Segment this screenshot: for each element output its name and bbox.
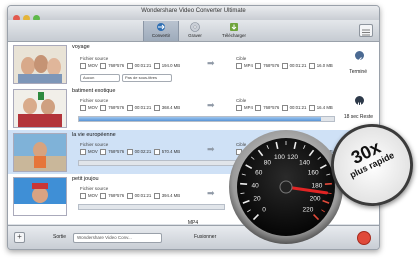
convert-arrow-icon: ➡: [207, 144, 215, 154]
tab-label: Convertir: [151, 33, 171, 38]
size-icon: [308, 63, 315, 69]
gauge-tick-label: 20: [253, 195, 261, 202]
resolution-icon: [100, 193, 107, 199]
gauge-tick-label: 200: [310, 195, 321, 202]
progress-bar: [78, 204, 225, 210]
resolution-icon: [255, 63, 262, 69]
duration-icon: [126, 63, 133, 69]
gauge-tick-label: 160: [308, 170, 319, 177]
gauge-tick-label: 120: [287, 154, 298, 161]
source-meta: MOV 768*576 00:01:21 394.4 MB: [80, 193, 180, 199]
format-icon: [80, 149, 86, 155]
sortie-label: Sortie: [53, 234, 67, 240]
gauge-tick: [327, 192, 332, 194]
convert-arrow-icon: ➡: [207, 188, 215, 198]
disc-icon: [190, 22, 200, 32]
target-label: Cible: [236, 56, 247, 61]
gauge-tick-label: 220: [302, 206, 313, 213]
source-meta: MOV 768*576 00:02:21 570.4 MB: [80, 149, 180, 155]
duration-icon: [281, 63, 288, 69]
time-remaining: 18 sec Reste: [343, 114, 373, 120]
gauge-tick-label: 40: [251, 182, 259, 189]
edit-done-icon[interactable]: [355, 51, 364, 62]
toolbar: Convertir Graver Télécharger: [8, 20, 379, 42]
view-toggle-button[interactable]: [359, 24, 373, 37]
pause-icon[interactable]: [355, 96, 364, 107]
duration-icon: [126, 105, 133, 111]
target-meta: MP4 768*576 00:01:21 16.4 MB: [236, 105, 333, 111]
speedometer-gauge: 020 40 6080100 120140 160 180 200 220: [229, 130, 343, 244]
tab-convertir[interactable]: Convertir: [143, 21, 179, 41]
source-meta: MOV 768*576 00:01:21 194.0 MB: [80, 63, 180, 69]
convert-icon: [157, 23, 165, 31]
list-icon: [362, 29, 370, 36]
video-thumbnail: [13, 89, 67, 128]
subtitle-dropdown[interactable]: Pas de sous-titres: [122, 74, 172, 82]
window-title: Wondershare Video Converter Ultimate: [141, 8, 246, 14]
format-icon: [80, 63, 86, 69]
add-file-button[interactable]: +: [14, 232, 25, 243]
source-label: Fichier source: [80, 142, 109, 147]
resolution-icon: [100, 105, 107, 111]
duration-icon: [126, 193, 133, 199]
list-item[interactable]: voyage Fichier source Cible MOV 768*576 …: [8, 42, 379, 87]
size-icon: [308, 105, 315, 111]
convert-all-button[interactable]: [357, 231, 371, 245]
source-meta: MOV 768*576 00:01:21 368.4 MB: [80, 105, 180, 111]
file-name: batiment exotique: [72, 88, 116, 94]
size-icon: [153, 105, 160, 111]
target-meta: MP4 768*576 00:01:21 16.0 MB: [236, 63, 333, 69]
output-folder-field[interactable]: Wondershare Video Conv...: [73, 233, 162, 243]
gauge-tick-label: 180: [311, 182, 322, 189]
target-label: Cible: [236, 98, 247, 103]
size-icon: [153, 63, 160, 69]
source-label: Fichier source: [80, 98, 109, 103]
gauge-tick-label: 140: [299, 160, 310, 167]
video-thumbnail: [13, 133, 67, 172]
video-thumbnail: [13, 45, 67, 84]
file-name: voyage: [72, 44, 90, 50]
resolution-icon: [100, 149, 107, 155]
file-name: petit joujou: [72, 176, 99, 182]
status-text: Terminé: [349, 69, 367, 75]
video-thumbnail: [13, 177, 67, 216]
download-icon: [230, 23, 238, 31]
tab-label: Télécharger: [221, 33, 246, 38]
file-name: la vie européenne: [72, 132, 116, 138]
gauge-tick: [240, 192, 245, 194]
format-icon: [236, 63, 242, 69]
source-label: Fichier source: [80, 56, 109, 61]
audio-dropdown[interactable]: Aucun: [80, 74, 120, 82]
size-icon: [153, 149, 160, 155]
resolution-icon: [255, 105, 262, 111]
fusionner-label: Fusionner: [194, 234, 217, 240]
tab-telecharger[interactable]: Télécharger: [214, 21, 254, 41]
progress-fill: [79, 117, 322, 121]
title-bar: Wondershare Video Converter Ultimate: [8, 6, 379, 22]
duration-icon: [126, 149, 133, 155]
list-item[interactable]: batiment exotique Fichier source Cible M…: [8, 86, 379, 131]
convert-arrow-icon: ➡: [207, 100, 215, 110]
gauge-tick-label: 80: [264, 160, 272, 167]
gauge-tick-label: 0: [262, 206, 266, 213]
format-icon: [80, 193, 86, 199]
gauge-tick-label: 60: [255, 170, 263, 177]
gauge-tick-label: 100: [274, 154, 285, 161]
progress-bar: [78, 116, 335, 122]
tab-label: Graver: [188, 33, 202, 38]
format-icon: [80, 105, 86, 111]
size-icon: [153, 193, 160, 199]
gauge-hub: [279, 180, 293, 194]
tab-graver[interactable]: Graver: [178, 21, 212, 41]
convert-arrow-icon: ➡: [207, 58, 215, 68]
format-icon: [236, 105, 242, 111]
resolution-icon: [100, 63, 107, 69]
duration-icon: [281, 105, 288, 111]
source-label: Fichier source: [80, 186, 109, 191]
